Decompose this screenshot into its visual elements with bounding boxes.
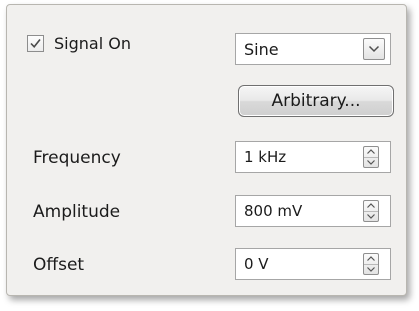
signal-on-checkbox-row[interactable]: Signal On xyxy=(27,31,131,55)
waveform-select[interactable]: Sine xyxy=(235,33,391,65)
amplitude-decrement-button[interactable] xyxy=(364,210,378,222)
amplitude-spinbox[interactable]: 800 mV xyxy=(235,195,391,227)
offset-spinbox[interactable]: 0 V xyxy=(235,248,391,280)
signal-generator-panel: Signal On Sine Arbitrary... Frequency 1 … xyxy=(6,4,407,296)
check-icon xyxy=(30,38,41,48)
offset-label: Offset xyxy=(33,255,85,275)
offset-increment-button[interactable] xyxy=(364,254,378,264)
amplitude-label: Amplitude xyxy=(33,202,121,222)
waveform-dropdown-button[interactable] xyxy=(363,38,385,60)
signal-on-checkbox[interactable] xyxy=(27,34,44,52)
frequency-spin-buttons[interactable] xyxy=(363,146,379,168)
arrow-down-icon xyxy=(367,266,375,272)
offset-value[interactable]: 0 V xyxy=(236,255,363,273)
arbitrary-button[interactable]: Arbitrary... xyxy=(238,85,394,117)
amplitude-spin-buttons[interactable] xyxy=(363,200,379,222)
frequency-decrement-button[interactable] xyxy=(364,156,378,168)
chevron-down-icon xyxy=(368,45,380,53)
amplitude-increment-button[interactable] xyxy=(364,201,378,211)
waveform-selected-value: Sine xyxy=(244,39,279,59)
arrow-up-icon xyxy=(367,149,375,155)
amplitude-value[interactable]: 800 mV xyxy=(236,202,363,220)
frequency-spinbox[interactable]: 1 kHz xyxy=(235,141,391,173)
arrow-up-icon xyxy=(367,256,375,262)
frequency-value[interactable]: 1 kHz xyxy=(236,148,363,166)
arrow-up-icon xyxy=(367,203,375,209)
frequency-increment-button[interactable] xyxy=(364,147,378,157)
frequency-label: Frequency xyxy=(33,148,121,168)
offset-decrement-button[interactable] xyxy=(364,263,378,275)
signal-on-label: Signal On xyxy=(54,33,131,53)
offset-spin-buttons[interactable] xyxy=(363,253,379,275)
arrow-down-icon xyxy=(367,213,375,219)
arrow-down-icon xyxy=(367,159,375,165)
